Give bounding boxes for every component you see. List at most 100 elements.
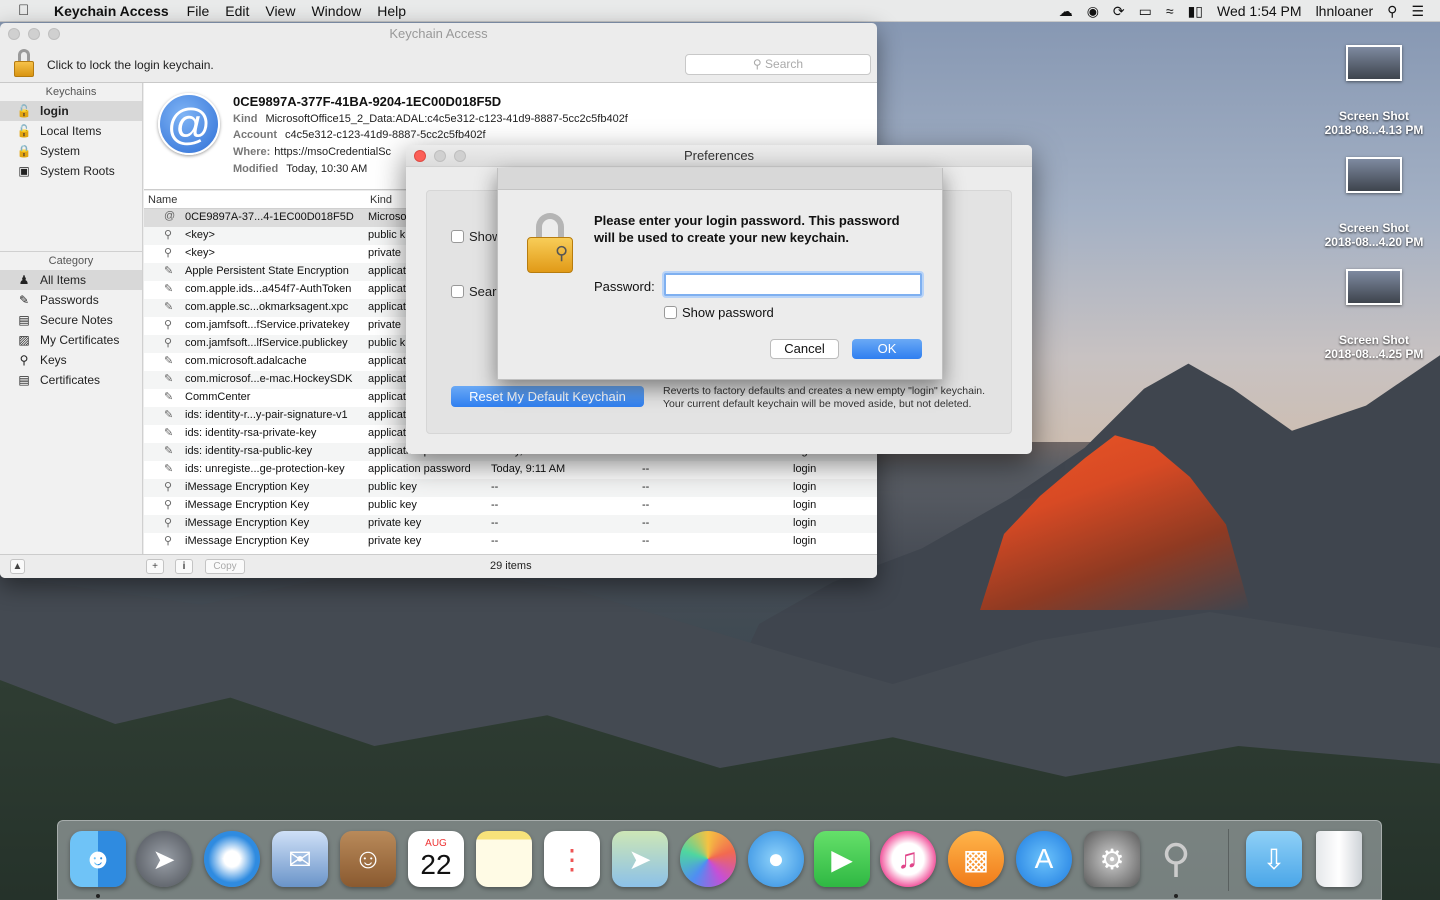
sidebar-item-passwords[interactable]: ✎ Passwords xyxy=(0,290,142,310)
messages-icon[interactable]: ● xyxy=(748,831,804,887)
zoom-button[interactable] xyxy=(454,150,466,162)
cell-name: iMessage Encryption Key xyxy=(185,535,310,547)
table-row[interactable]: ⚲ iMessage Encryption Key private key -- -- l… xyxy=(144,533,877,551)
sidebar-item-system[interactable]: 🔒 System xyxy=(0,141,142,161)
search-input[interactable]: ⚲ Search xyxy=(685,54,871,75)
lock-icon: 🔒 xyxy=(16,144,32,158)
show-password-checkbox[interactable]: Show password xyxy=(664,305,774,320)
password-icon: ✎ xyxy=(164,445,174,457)
cancel-button[interactable]: Cancel xyxy=(770,339,839,359)
cell-name: <key> xyxy=(185,229,215,241)
sidebar-item-login[interactable]: 🔓 login xyxy=(0,101,142,121)
file-name: Screen Shot xyxy=(1338,333,1410,347)
app-store-icon[interactable]: A xyxy=(1016,831,1072,887)
sidebar-item-secure-notes[interactable]: ▤ Secure Notes xyxy=(0,310,142,330)
menu-file[interactable]: File xyxy=(179,3,218,19)
notification-center-icon[interactable]: ☰ xyxy=(1411,3,1424,20)
battery-icon[interactable]: ▮▯ xyxy=(1188,3,1203,20)
desktop-file-shot-3[interactable]: Screen Shot 2018-08...4.25 PM xyxy=(1314,269,1434,361)
menu-help[interactable]: Help xyxy=(369,3,414,19)
show-checkbox[interactable]: Show xyxy=(451,229,502,244)
maps-icon[interactable]: ➤ xyxy=(612,831,668,887)
sidebar-item-my-certificates[interactable]: ▨ My Certificates xyxy=(0,330,142,350)
info-button[interactable]: i xyxy=(175,559,193,574)
cell-keychain: login xyxy=(793,499,817,511)
reset-default-keychain-button[interactable]: Reset My Default Keychain xyxy=(451,386,644,407)
key-icon: ⚲ xyxy=(164,499,173,511)
password-icon: ✎ xyxy=(164,283,174,295)
wifi-icon[interactable]: ≈ xyxy=(1166,3,1174,19)
cell-name: ids: identity-r...y-pair-signature-v1 xyxy=(185,409,348,421)
sync-icon[interactable]: ⟳ xyxy=(1113,3,1125,20)
menu-window[interactable]: Window xyxy=(303,3,369,19)
sidebar-item-all-items[interactable]: ♟ All Items xyxy=(0,270,142,290)
trash-icon[interactable] xyxy=(1316,831,1362,887)
sidebar-item-system-roots[interactable]: ▣ System Roots xyxy=(0,161,142,181)
running-indicator xyxy=(96,894,100,898)
table-row[interactable]: ⚲ iMessage Encryption Key public key -- -- lo… xyxy=(144,497,877,515)
minimize-button[interactable] xyxy=(28,28,40,40)
mail-icon[interactable]: ✉ xyxy=(272,831,328,887)
cell-name: com.jamfsoft...lfService.publickey xyxy=(185,337,348,349)
window-title: Keychain Access xyxy=(389,26,488,41)
cell-date: Today, 9:11 AM xyxy=(491,463,566,475)
where-value: https://msoCredentialSc xyxy=(274,146,392,158)
creative-cloud-icon[interactable]: ☁ xyxy=(1059,3,1073,20)
finder-icon[interactable]: ☻ xyxy=(70,831,126,887)
key-icon: ⚲ xyxy=(19,353,29,367)
table-row[interactable]: ⚲ iMessage Encryption Key private key -- -- l… xyxy=(144,515,877,533)
menu-view[interactable]: View xyxy=(257,3,303,19)
spotlight-icon[interactable]: ⚲ xyxy=(1387,3,1397,20)
globe-icon[interactable]: ◉ xyxy=(1087,3,1099,20)
menu-edit[interactable]: Edit xyxy=(217,3,257,19)
sidebar-item-keys[interactable]: ⚲ Keys xyxy=(0,350,142,370)
close-button[interactable] xyxy=(414,150,426,162)
modified-label: Modified xyxy=(233,163,279,175)
add-item-button[interactable]: + xyxy=(146,559,164,574)
notes-icon[interactable] xyxy=(476,831,532,887)
checkbox-icon xyxy=(664,306,677,319)
airplay-icon[interactable]: ▭ xyxy=(1139,3,1152,20)
menu-user[interactable]: lhnloaner xyxy=(1316,3,1374,19)
desktop-file-shot-1[interactable]: Screen Shot 2018-08...4.13 PM xyxy=(1314,45,1434,137)
column-header-kind[interactable]: Kind xyxy=(370,194,392,206)
launchpad-icon[interactable]: ➤ xyxy=(136,831,192,887)
downloads-folder-icon[interactable]: ⇩ xyxy=(1246,831,1302,887)
menu-clock[interactable]: Wed 1:54 PM xyxy=(1217,3,1302,19)
password-input[interactable] xyxy=(664,273,922,296)
unlocked-lock-icon: 🔓 xyxy=(16,104,32,118)
checkbox-icon xyxy=(451,285,464,298)
itunes-icon[interactable]: ♫ xyxy=(880,831,936,887)
keychains-header: Keychains xyxy=(45,86,97,98)
cell-name: com.apple.sc...okmarksagent.xpc xyxy=(185,301,349,313)
reset-note: Reverts to factory defaults and creates … xyxy=(663,385,985,411)
sidebar-item-label: Passwords xyxy=(40,293,99,307)
lock-icon[interactable] xyxy=(12,49,36,79)
ok-button[interactable]: OK xyxy=(852,339,922,359)
sidebar-item-certificates[interactable]: ▤ Certificates xyxy=(0,370,142,390)
facetime-icon[interactable]: ▶ xyxy=(814,831,870,887)
ibooks-icon[interactable]: ▩ xyxy=(948,831,1004,887)
cell-keychain: login xyxy=(793,481,817,493)
show-info-toggle-icon[interactable]: ▲ xyxy=(10,559,25,574)
apple-menu-icon[interactable]:  xyxy=(18,2,36,19)
system-preferences-icon[interactable]: ⚙ xyxy=(1084,831,1140,887)
safari-icon[interactable]: ✧ xyxy=(204,831,260,887)
column-header-name[interactable]: Name xyxy=(148,194,177,206)
minimize-button[interactable] xyxy=(434,150,446,162)
desktop-file-shot-2[interactable]: Screen Shot 2018-08...4.20 PM xyxy=(1314,157,1434,249)
contacts-icon[interactable]: ☺ xyxy=(340,831,396,887)
reminders-icon[interactable]: ⋮ xyxy=(544,831,600,887)
close-button[interactable] xyxy=(8,28,20,40)
menu-app-name[interactable]: Keychain Access xyxy=(54,3,179,19)
zoom-button[interactable] xyxy=(48,28,60,40)
search-checkbox[interactable]: Searc xyxy=(451,284,503,299)
sidebar-item-local-items[interactable]: 🔓 Local Items xyxy=(0,121,142,141)
calendar-icon[interactable]: AUG 22 xyxy=(408,831,464,887)
photos-icon[interactable] xyxy=(680,831,736,887)
cell-name: com.jamfsoft...fService.privatekey xyxy=(185,319,350,331)
copy-button[interactable]: Copy xyxy=(205,559,245,574)
table-row[interactable]: ✎ ids: unregiste...ge-protection-key appli… xyxy=(144,461,877,479)
keychain-access-icon[interactable]: ⚲ xyxy=(1148,831,1204,887)
table-row[interactable]: ⚲ iMessage Encryption Key public key -- -- lo… xyxy=(144,479,877,497)
